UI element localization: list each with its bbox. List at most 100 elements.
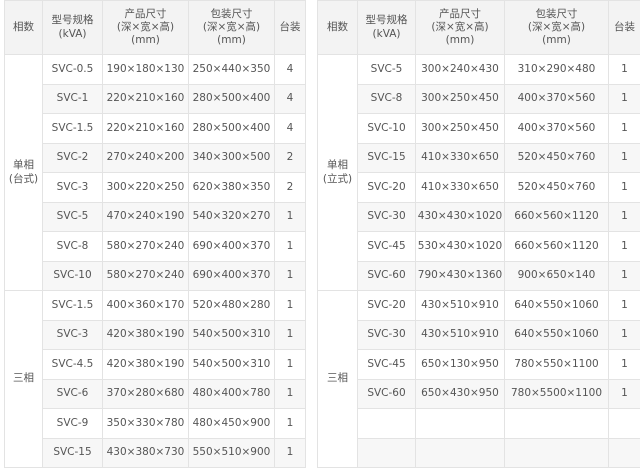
package-size-cell: 520×450×760 [505,173,609,203]
header-category: 相数 [318,1,358,55]
model-cell: SVC-8 [358,84,416,114]
table-row: SVC-6370×280×680480×400×7801 [5,379,306,409]
product-size-cell: 190×180×130 [103,55,189,85]
header-model: 型号规格(kVA) [358,1,416,55]
table-row: SVC-30430×430×1020660×560×11201 [318,202,640,232]
product-size-cell: 580×270×240 [103,261,189,291]
quantity-cell: 4 [275,114,306,144]
table-row: 单相(立式)SVC-5300×240×430310×290×4801 [318,55,640,85]
model-cell: SVC-45 [358,232,416,262]
table-row: SVC-30430×510×910640×550×10601 [318,320,640,350]
model-cell: SVC-6 [43,379,103,409]
product-size-cell [416,438,505,468]
quantity-cell: 1 [609,232,640,262]
package-size-cell: 310×290×480 [505,55,609,85]
model-cell: SVC-30 [358,320,416,350]
product-size-cell: 300×250×450 [416,84,505,114]
package-size-cell: 540×500×310 [189,350,275,380]
package-size-cell: 540×320×270 [189,202,275,232]
header-quantity: 台装 [609,1,640,55]
product-size-cell: 430×430×1020 [416,202,505,232]
model-cell: SVC-3 [43,320,103,350]
table-row: SVC-8300×250×450400×370×5601 [318,84,640,114]
package-size-cell: 400×370×560 [505,114,609,144]
product-size-cell: 420×380×190 [103,350,189,380]
package-size-cell: 620×380×350 [189,173,275,203]
package-size-cell: 520×480×280 [189,291,275,321]
quantity-cell: 1 [609,350,640,380]
header-package-size: 包装尺寸(深×宽×高)(mm) [189,1,275,55]
model-cell: SVC-15 [43,438,103,468]
package-size-cell: 640×550×1060 [505,291,609,321]
quantity-cell: 1 [609,320,640,350]
quantity-cell: 1 [275,379,306,409]
header-quantity: 台装 [275,1,306,55]
product-size-cell: 790×430×1360 [416,261,505,291]
package-size-cell: 640×550×1060 [505,320,609,350]
model-cell: SVC-1.5 [43,114,103,144]
package-size-cell: 780×550×1100 [505,350,609,380]
package-size-cell [505,409,609,439]
package-size-cell: 400×370×560 [505,84,609,114]
table-row: SVC-45650×130×950780×550×11001 [318,350,640,380]
model-cell: SVC-20 [358,291,416,321]
model-cell: SVC-0.5 [43,55,103,85]
table-row: SVC-15430×380×730550×510×9001 [5,438,306,468]
table-row: SVC-3300×220×250620×380×3502 [5,173,306,203]
model-cell: SVC-1 [43,84,103,114]
table-row: SVC-45530×430×1020660×560×11201 [318,232,640,262]
quantity-cell: 1 [275,202,306,232]
table-row: 三相SVC-1.5400×360×170520×480×2801 [5,291,306,321]
package-size-cell: 250×440×350 [189,55,275,85]
model-cell: SVC-45 [358,350,416,380]
product-size-cell: 410×330×650 [416,143,505,173]
header-package-size: 包装尺寸(深×宽×高)(mm) [505,1,609,55]
package-size-cell: 900×650×140 [505,261,609,291]
product-size-cell: 430×380×730 [103,438,189,468]
quantity-cell: 1 [275,409,306,439]
package-size-cell: 480×400×780 [189,379,275,409]
model-cell: SVC-8 [43,232,103,262]
spec-table-right: 相数 型号规格(kVA) 产品尺寸(深×宽×高)(mm) 包装尺寸(深×宽×高)… [317,0,640,468]
package-size-cell: 480×450×900 [189,409,275,439]
header-model: 型号规格(kVA) [43,1,103,55]
table-row: SVC-1.5220×210×160280×500×4004 [5,114,306,144]
product-size-cell: 420×380×190 [103,320,189,350]
product-size-cell: 300×250×450 [416,114,505,144]
product-size-cell: 530×430×1020 [416,232,505,262]
header-category: 相数 [5,1,43,55]
table-row: SVC-10580×270×240690×400×3701 [5,261,306,291]
product-size-cell: 410×330×650 [416,173,505,203]
model-cell: SVC-2 [43,143,103,173]
table-row: SVC-1220×210×160280×500×4004 [5,84,306,114]
quantity-cell: 2 [275,143,306,173]
model-cell: SVC-5 [358,55,416,85]
package-size-cell: 690×400×370 [189,232,275,262]
product-size-cell: 300×240×430 [416,55,505,85]
quantity-cell: 1 [609,173,640,203]
table-row: SVC-60650×430×950780×5500×11001 [318,379,640,409]
package-size-cell: 340×300×500 [189,143,275,173]
quantity-cell: 1 [275,320,306,350]
quantity-cell: 1 [609,202,640,232]
model-cell: SVC-4.5 [43,350,103,380]
product-size-cell: 220×210×160 [103,114,189,144]
header-product-size: 产品尺寸(深×宽×高)(mm) [103,1,189,55]
model-cell [358,438,416,468]
table-header-row: 相数 型号规格(kVA) 产品尺寸(深×宽×高)(mm) 包装尺寸(深×宽×高)… [318,1,640,55]
table-header-row: 相数 型号规格(kVA) 产品尺寸(深×宽×高)(mm) 包装尺寸(深×宽×高)… [5,1,306,55]
package-size-cell: 550×510×900 [189,438,275,468]
quantity-cell: 1 [609,84,640,114]
quantity-cell: 1 [275,291,306,321]
phase-group-label: 单相(台式) [5,55,43,291]
product-size-cell: 400×360×170 [103,291,189,321]
phase-group-label: 单相(立式) [318,55,358,291]
model-cell: SVC-9 [43,409,103,439]
quantity-cell: 1 [275,232,306,262]
product-size-cell: 270×240×200 [103,143,189,173]
product-size-cell [416,409,505,439]
model-cell: SVC-15 [358,143,416,173]
model-cell [358,409,416,439]
product-size-cell: 580×270×240 [103,232,189,262]
product-size-cell: 470×240×190 [103,202,189,232]
